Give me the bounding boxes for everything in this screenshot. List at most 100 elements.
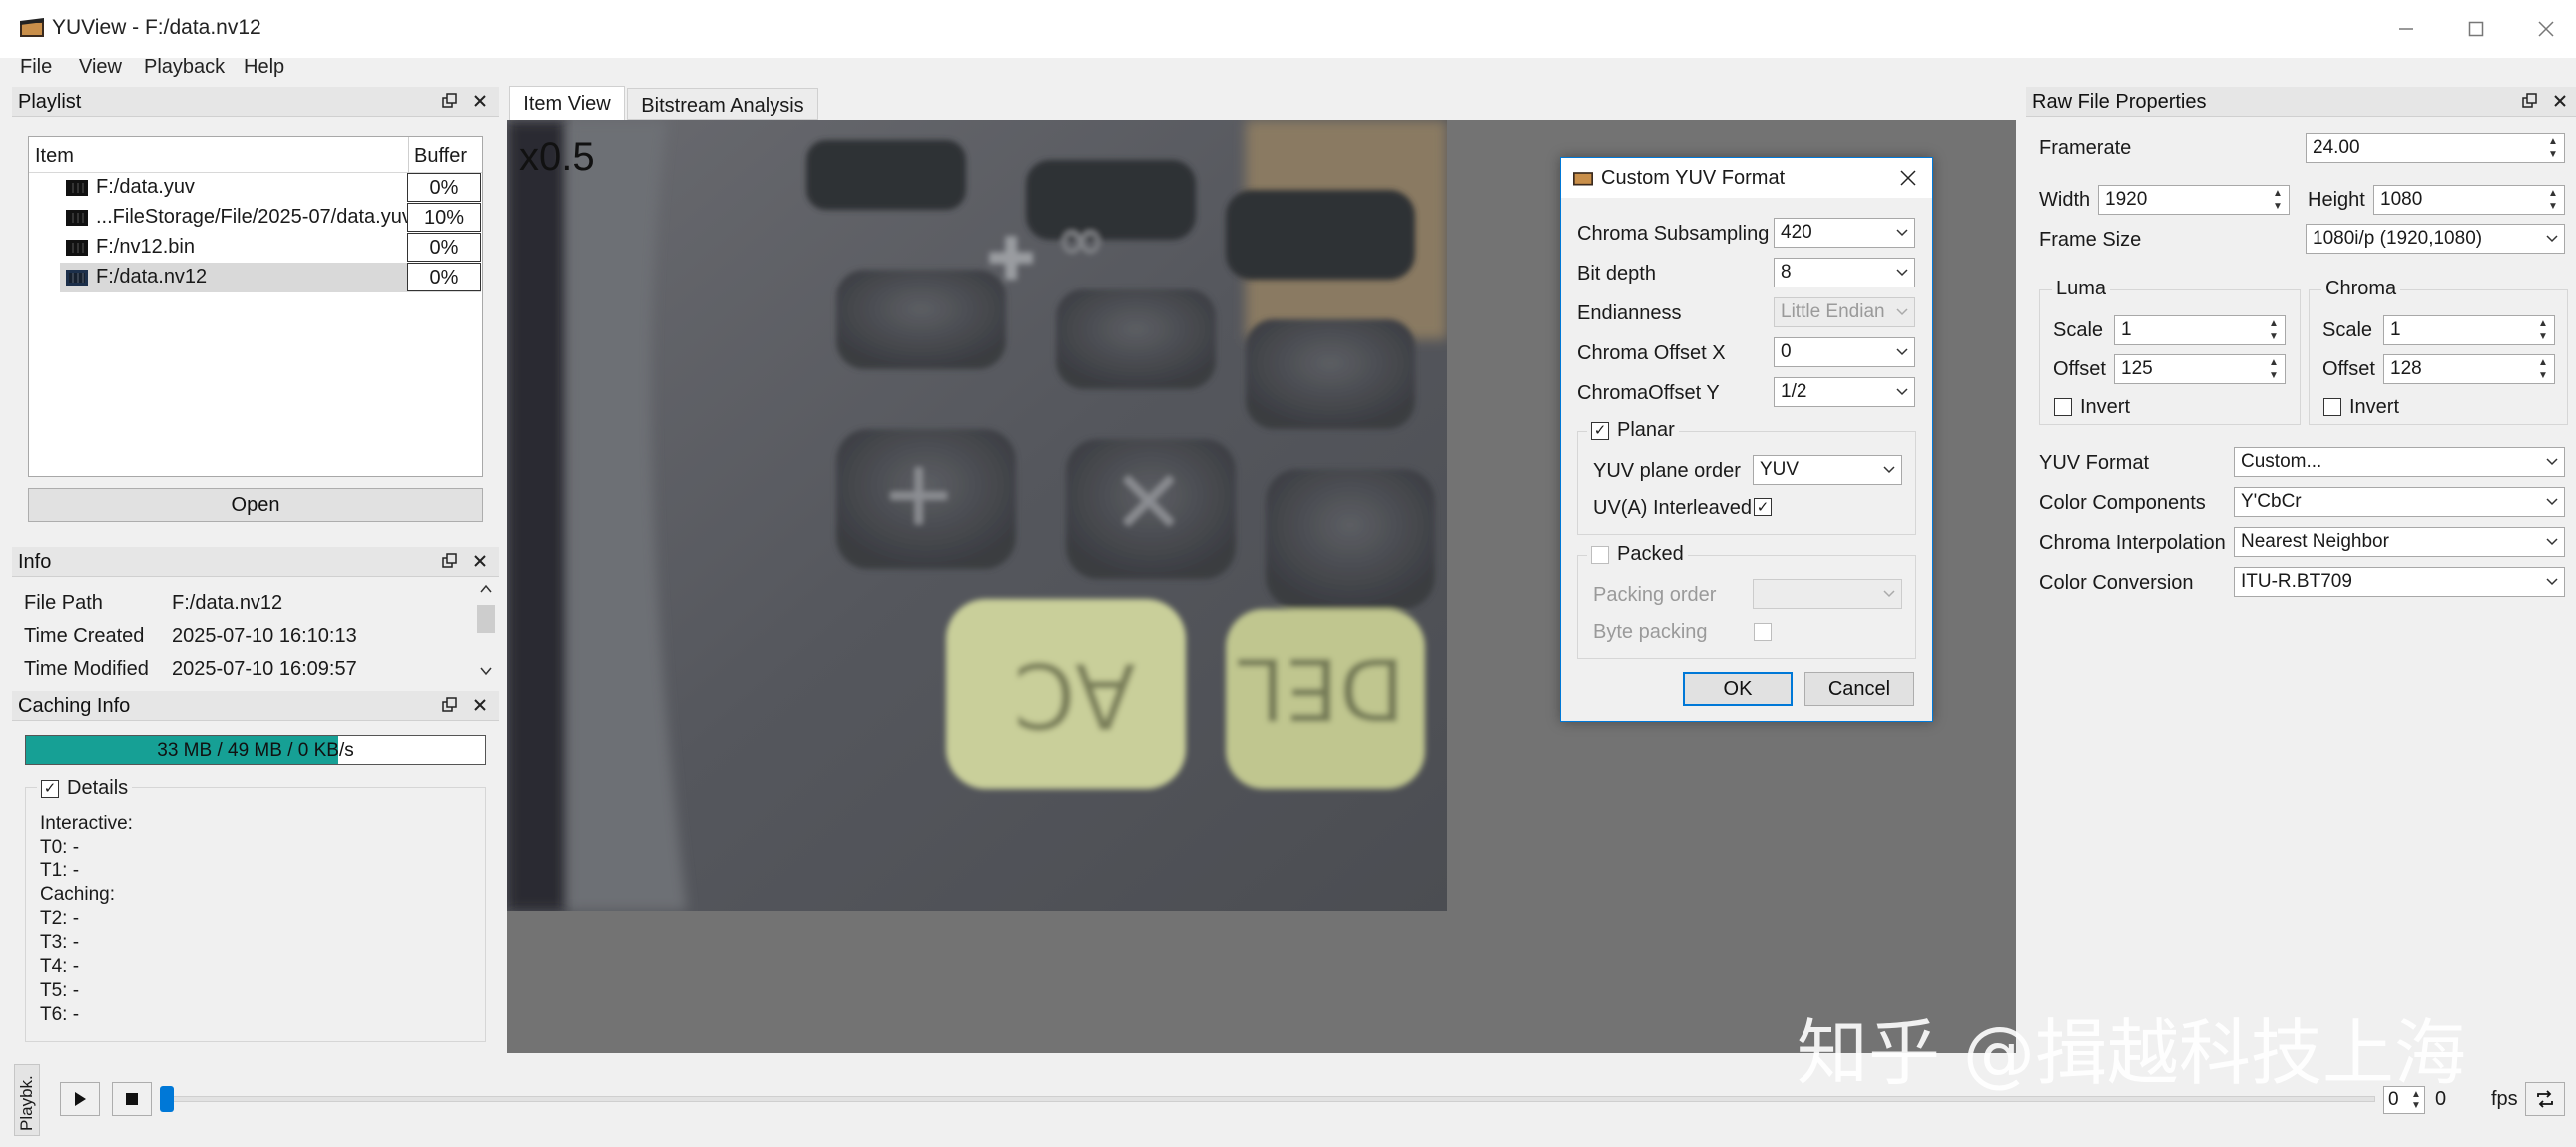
planar-checkbox[interactable]: ✓ (1591, 421, 1609, 440)
maximize-button[interactable] (2453, 8, 2499, 50)
height-spinbox[interactable]: 1080 ▲ ▼ (2373, 185, 2565, 215)
spin-arrows-icon[interactable]: ▲ ▼ (2265, 318, 2283, 342)
byte-packing-checkbox[interactable] (1754, 623, 1772, 641)
tab-bitstream-analysis[interactable]: Bitstream Analysis (627, 88, 818, 120)
color-conversion-select[interactable]: ITU-R.BT709 (2234, 567, 2565, 597)
spin-arrows-icon[interactable]: ▲ ▼ (2265, 357, 2283, 381)
close-dock-button[interactable] (469, 90, 491, 112)
column-buffer[interactable]: Buffer (414, 145, 467, 168)
spin-arrows-icon[interactable]: ▲ ▼ (2410, 1089, 2422, 1111)
chroma-scale-value: 1 (2390, 319, 2401, 340)
uv-interleaved-checkbox[interactable]: ✓ (1754, 498, 1772, 516)
chroma-offset-x-select[interactable]: 0 (1774, 337, 1915, 367)
planar-toggle[interactable]: ✓ Planar (1587, 419, 1679, 442)
repeat-button[interactable] (2525, 1082, 2565, 1116)
close-dock-button[interactable] (2549, 90, 2571, 112)
framerate-spinbox[interactable]: 24.00 ▲ ▼ (2306, 133, 2565, 163)
chroma-invert-checkbox[interactable] (2323, 398, 2341, 416)
chroma-scale-spinbox[interactable]: 1 ▲ ▼ (2383, 315, 2555, 345)
scroll-thumb[interactable] (477, 605, 495, 633)
menu-view[interactable]: View (79, 56, 122, 79)
frame-size-value: 1080i/p (1920,1080) (2313, 228, 2483, 249)
spin-arrows-icon[interactable]: ▲ ▼ (2544, 188, 2562, 212)
spin-arrows-icon[interactable]: ▲ ▼ (2269, 188, 2287, 212)
details-checkbox[interactable]: ✓ (41, 779, 59, 798)
spin-arrows-icon[interactable]: ▲ ▼ (2534, 357, 2552, 381)
chroma-offset-y-label: ChromaOffset Y (1577, 382, 1720, 404)
close-window-button[interactable] (2523, 8, 2569, 50)
scroll-down-icon[interactable] (479, 665, 493, 677)
list-item-selected[interactable]: F:/data.nv12 0% (60, 263, 481, 292)
width-spinbox[interactable]: 1920 ▲ ▼ (2098, 185, 2290, 215)
details-toggle[interactable]: ✓ Details (37, 777, 133, 800)
scroll-up-icon[interactable] (479, 583, 493, 595)
open-button[interactable]: Open (28, 488, 483, 522)
framerate-label: Framerate (2039, 137, 2132, 159)
float-dock-button[interactable] (439, 550, 461, 572)
close-icon (2538, 21, 2554, 37)
info-key: Time Modified (24, 658, 149, 680)
svg-text:∞: ∞ (1056, 205, 1106, 275)
playback-side-tab[interactable]: Playbk. (14, 1064, 40, 1136)
float-dock-button[interactable] (439, 694, 461, 716)
video-file-icon (66, 210, 88, 226)
width-value: 1920 (2105, 189, 2148, 210)
packed-checkbox[interactable] (1591, 545, 1609, 564)
minimize-button[interactable] (2383, 8, 2429, 50)
close-dock-button[interactable] (469, 694, 491, 716)
packed-label: Packed (1617, 543, 1684, 565)
list-item-name: F:/data.nv12 (96, 266, 208, 287)
spin-arrows-icon[interactable]: ▲ ▼ (2544, 136, 2562, 160)
list-item[interactable]: F:/data.yuv 0% (60, 173, 481, 203)
chroma-subsampling-select[interactable]: 420 (1774, 218, 1915, 248)
packed-toggle[interactable]: Packed (1587, 543, 1688, 566)
endianness-select[interactable]: Little Endian (1774, 297, 1915, 327)
float-dock-button[interactable] (439, 90, 461, 112)
frame-size-select[interactable]: 1080i/p (1920,1080) (2306, 224, 2565, 254)
bit-depth-select[interactable]: 8 (1774, 258, 1915, 287)
cancel-button[interactable]: Cancel (1804, 672, 1914, 706)
chroma-interpolation-select[interactable]: Nearest Neighbor (2234, 527, 2565, 557)
chroma-offset-y-select[interactable]: 1/2 (1774, 377, 1915, 407)
zoom-level: x0.5 (519, 135, 595, 179)
watermark-text: 知乎 @揖越科技上海 (1797, 1011, 2466, 1095)
list-item[interactable]: ...FileStorage/File/2025-07/data.yuv 10% (60, 203, 481, 233)
stop-button[interactable] (112, 1082, 152, 1116)
chevron-down-icon (2546, 538, 2558, 546)
yuv-format-select[interactable]: Custom... (2234, 447, 2565, 477)
float-dock-button[interactable] (2519, 90, 2541, 112)
plane-order-select[interactable]: YUV (1753, 455, 1902, 485)
color-components-select[interactable]: Y'CbCr (2234, 487, 2565, 517)
video-file-icon (66, 270, 88, 286)
frame-slider-track[interactable] (160, 1096, 2375, 1102)
menu-help[interactable]: Help (244, 56, 284, 79)
play-button[interactable] (60, 1082, 100, 1116)
video-frame[interactable]: ✚ ∞ + × AC DEL (507, 120, 1447, 911)
chevron-down-icon (1896, 269, 1908, 277)
menu-playback[interactable]: Playback (144, 56, 225, 79)
packing-order-select[interactable] (1753, 579, 1902, 609)
menu-file[interactable]: File (20, 56, 52, 79)
color-conversion-label: Color Conversion (2039, 572, 2194, 594)
frame-slider-handle[interactable] (160, 1086, 174, 1112)
list-item[interactable]: F:/nv12.bin 0% (60, 233, 481, 263)
luma-scale-label: Scale (2053, 319, 2104, 341)
ok-button[interactable]: OK (1683, 672, 1793, 706)
close-dock-button[interactable] (469, 550, 491, 572)
chroma-offset-label: Offset (2322, 358, 2375, 380)
luma-invert-checkbox[interactable] (2054, 398, 2072, 416)
chroma-offset-spinbox[interactable]: 128 ▲ ▼ (2383, 354, 2555, 384)
close-icon[interactable] (1900, 170, 1916, 186)
luma-offset-spinbox[interactable]: 125 ▲ ▼ (2114, 354, 2286, 384)
details-line: T5: - (40, 980, 80, 1001)
info-scrollbar[interactable] (475, 583, 497, 679)
column-item[interactable]: Item (35, 145, 74, 168)
height-value: 1080 (2380, 189, 2423, 210)
spin-arrows-icon[interactable]: ▲ ▼ (2534, 318, 2552, 342)
frame-spinbox[interactable]: 0 ▲ ▼ (2383, 1086, 2425, 1114)
float-icon (442, 553, 457, 568)
endianness-label: Endianness (1577, 302, 1682, 324)
tab-item-view[interactable]: Item View (509, 86, 625, 120)
luma-scale-spinbox[interactable]: 1 ▲ ▼ (2114, 315, 2286, 345)
menu-bar (0, 54, 2576, 88)
